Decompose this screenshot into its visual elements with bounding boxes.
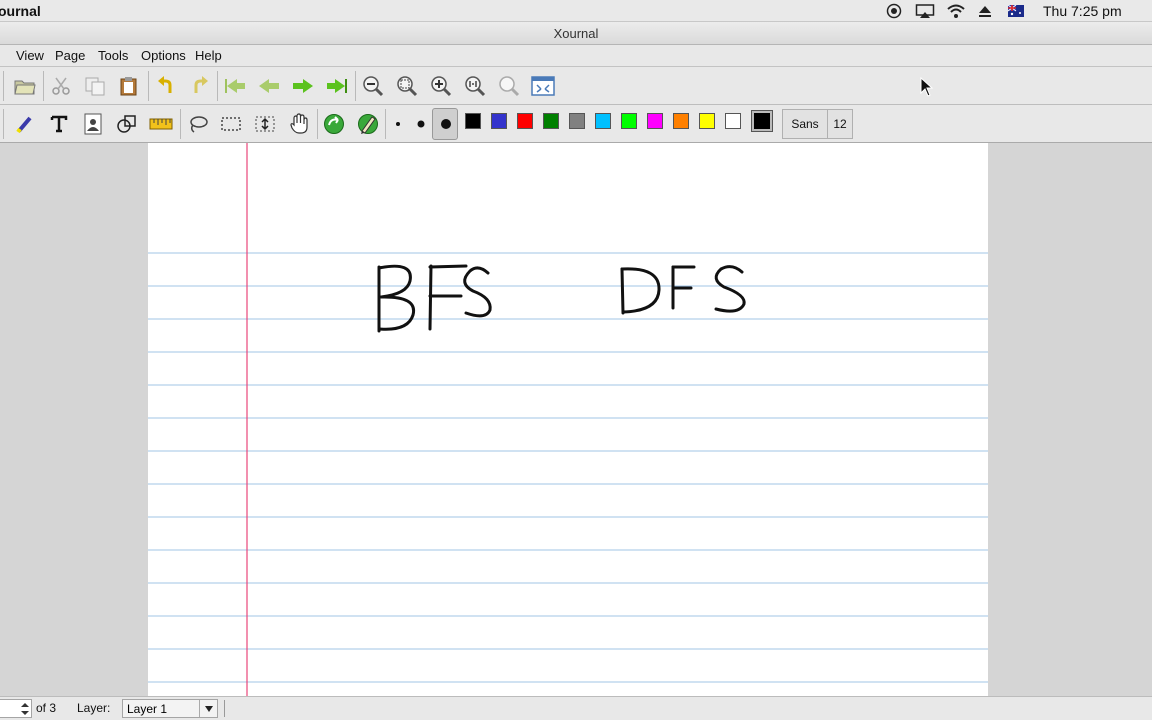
- page-count-label: of 3: [36, 701, 57, 715]
- zoom-in-icon[interactable]: [428, 73, 454, 99]
- open-icon[interactable]: [12, 73, 38, 99]
- last-page-icon[interactable]: [324, 73, 350, 99]
- color-blue-swatch[interactable]: [491, 113, 507, 129]
- first-page-icon[interactable]: [222, 73, 248, 99]
- canvas-area[interactable]: [0, 143, 1152, 696]
- separator: [224, 700, 225, 717]
- record-icon[interactable]: [886, 3, 902, 19]
- app-name[interactable]: ournal: [0, 3, 41, 19]
- copy-icon[interactable]: [82, 73, 108, 99]
- thickness-medium-icon[interactable]: [408, 111, 434, 137]
- handwriting-bfs: [377, 264, 492, 333]
- thickness-thick-icon[interactable]: [432, 108, 458, 140]
- color-yellow-swatch[interactable]: [699, 113, 715, 129]
- window-title: Xournal: [553, 26, 599, 41]
- text-icon[interactable]: [46, 111, 72, 137]
- color-orange-swatch[interactable]: [673, 113, 689, 129]
- menu-options[interactable]: Options: [141, 48, 186, 63]
- color-green-swatch[interactable]: [543, 113, 559, 129]
- color-gray-swatch[interactable]: [569, 113, 585, 129]
- cut-icon[interactable]: [48, 73, 74, 99]
- separator: [317, 109, 318, 139]
- handwriting-dfs: [620, 265, 746, 315]
- font-size-button[interactable]: 12: [827, 109, 853, 139]
- layer-dropdown[interactable]: Layer 1: [122, 699, 218, 718]
- main-toolbar: [0, 67, 1152, 105]
- zoom-normal-icon[interactable]: [462, 73, 488, 99]
- paste-icon[interactable]: [116, 73, 142, 99]
- color-lightblue-swatch[interactable]: [595, 113, 611, 129]
- default-pen-icon[interactable]: [321, 111, 347, 137]
- pen-settings-icon[interactable]: [355, 111, 381, 137]
- image-icon[interactable]: [80, 111, 106, 137]
- layer-label: Layer:: [77, 701, 111, 715]
- zoom-page-width-icon[interactable]: [394, 73, 420, 99]
- redo-icon[interactable]: [187, 73, 213, 99]
- separator: [43, 71, 44, 101]
- separator: [180, 109, 181, 139]
- lasso-icon[interactable]: [185, 111, 211, 137]
- separator: [148, 71, 149, 101]
- layer-dropdown-value: Layer 1: [127, 702, 168, 716]
- system-menubar: ournal Thu 7:25 pm: [0, 0, 1152, 22]
- current-color-swatch[interactable]: [751, 110, 773, 132]
- color-lightgreen-swatch[interactable]: [621, 113, 637, 129]
- app-menubar: View Page Tools Options Help: [0, 45, 1152, 67]
- wifi-icon[interactable]: [946, 3, 966, 19]
- handwriting-layer: [377, 264, 746, 333]
- fullscreen-icon[interactable]: [530, 73, 556, 99]
- airplay-icon[interactable]: [915, 3, 935, 19]
- color-white-swatch[interactable]: [725, 113, 741, 129]
- color-magenta-swatch[interactable]: [647, 113, 663, 129]
- vertical-space-icon[interactable]: [252, 111, 278, 137]
- menu-view[interactable]: View: [16, 48, 44, 63]
- tools-toolbar: Sans 12: [0, 105, 1152, 143]
- color-red-swatch[interactable]: [517, 113, 533, 129]
- zoom-set-icon[interactable]: [496, 73, 522, 99]
- prev-page-icon[interactable]: [256, 73, 282, 99]
- window-titlebar[interactable]: Xournal: [0, 22, 1152, 45]
- chevron-down-icon[interactable]: [199, 700, 217, 717]
- status-bar: of 3 Layer: Layer 1: [0, 696, 1152, 720]
- flag-icon[interactable]: [1008, 3, 1024, 19]
- menu-page[interactable]: Page: [55, 48, 85, 63]
- menu-tools[interactable]: Tools: [98, 48, 128, 63]
- eject-icon[interactable]: [978, 3, 992, 19]
- font-name-button[interactable]: Sans: [782, 109, 828, 139]
- ruler-icon[interactable]: [148, 111, 174, 137]
- rect-select-icon[interactable]: [218, 111, 244, 137]
- page-number-spinner[interactable]: [0, 699, 32, 718]
- next-page-icon[interactable]: [290, 73, 316, 99]
- hand-icon[interactable]: [286, 111, 312, 137]
- undo-icon[interactable]: [153, 73, 179, 99]
- color-black-swatch[interactable]: [465, 113, 481, 129]
- menu-help[interactable]: Help: [195, 48, 222, 63]
- separator: [355, 71, 356, 101]
- separator: [3, 109, 4, 139]
- highlighter-icon[interactable]: [12, 111, 38, 137]
- mouse-cursor-icon: [920, 76, 934, 102]
- clock[interactable]: Thu 7:25 pm: [1043, 3, 1122, 19]
- zoom-out-icon[interactable]: [360, 73, 386, 99]
- separator: [217, 71, 218, 101]
- page-sheet[interactable]: [148, 143, 988, 696]
- shape-recognizer-icon[interactable]: [114, 111, 140, 137]
- separator: [3, 71, 4, 101]
